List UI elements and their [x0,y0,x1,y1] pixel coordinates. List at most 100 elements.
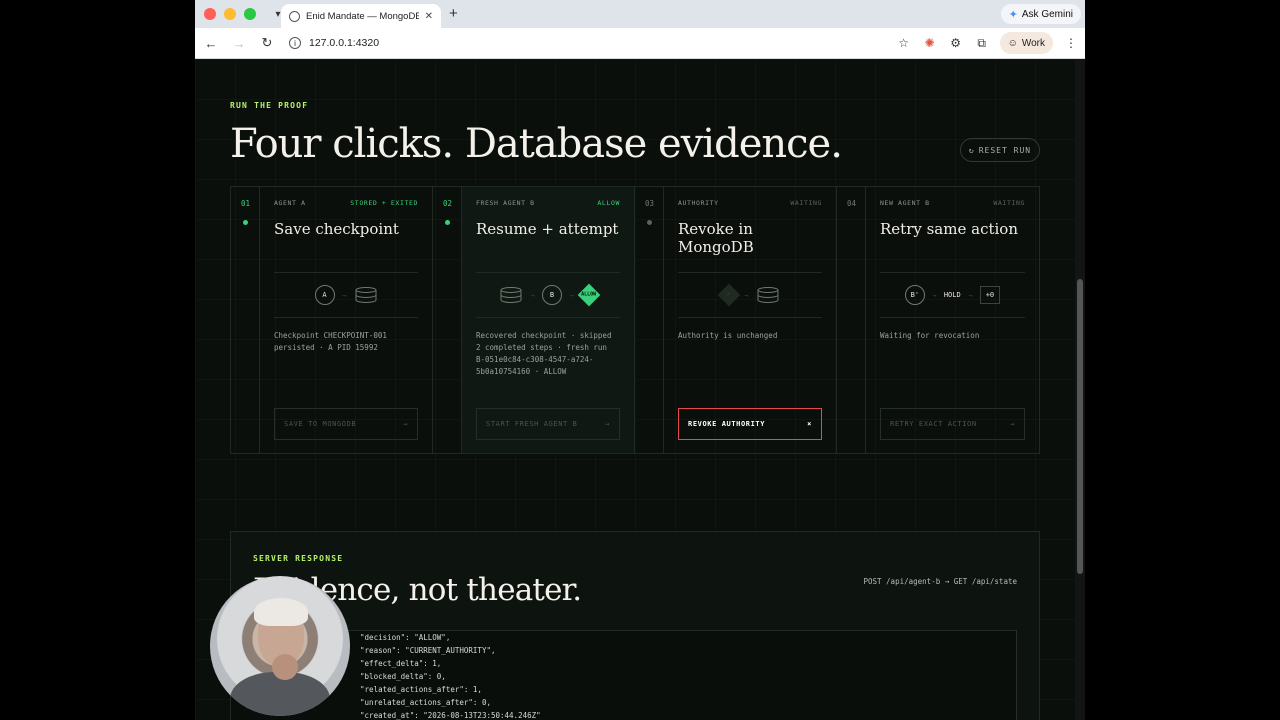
step-description: Recovered checkpoint · skipped 2 complet… [476,331,612,376]
step-description: Waiting for revocation [880,331,980,340]
step-meta: FRESH AGENT B ALLOW [476,199,620,207]
extension-burst-icon[interactable]: ✺ [922,35,938,51]
step-meta: AUTHORITY WAITING [678,199,822,207]
diamond-label: ALLOW [581,292,597,298]
arrow-right-icon: → [605,420,610,428]
step-visual: → B → ALLOW [476,272,620,318]
extensions-puzzle-icon[interactable]: ⧉ [974,35,990,51]
webcam-overlay [210,576,350,716]
arrow-icon: → [568,291,575,299]
response-eyebrow: SERVER RESPONSE [253,554,344,563]
diamond-label: ✓ [726,291,731,298]
minimize-window-button[interactable] [224,8,236,20]
step-status: STORED + EXITED [350,199,418,207]
arrow-icon: → [340,291,348,299]
action-label: START FRESH AGENT B [486,420,578,428]
step-body: FRESH AGENT B ALLOW Resume + attempt → B… [462,187,634,453]
step-title: Retry same action [880,220,1018,238]
step-title: Resume + attempt [476,220,619,238]
back-arrow-icon[interactable]: ← [199,31,223,55]
step-visual: B' → HOLD → +0 [880,272,1025,318]
step-rail: 04 [837,187,866,453]
step-retry-action: 04 NEW AGENT B WAITING Retry same action… [837,187,1039,453]
profile-work-button[interactable]: ☺ Work [999,32,1053,54]
maximize-window-button[interactable] [244,8,256,20]
proof-steps: 01 AGENT A STORED + EXITED Save checkpoi… [230,186,1040,454]
gemini-spark-icon: ✦ [1008,8,1018,21]
step-resume-attempt: 02 FRESH AGENT B ALLOW Resume + attempt … [433,187,635,453]
step-visual: ✓ → [678,272,822,318]
extension-openai-icon[interactable]: ⚙ [948,35,964,51]
globe-icon [289,10,300,22]
step-status-dot [445,220,450,225]
step-save-checkpoint: 01 AGENT A STORED + EXITED Save checkpoi… [231,187,433,453]
step-body: NEW AGENT B WAITING Retry same action B'… [866,187,1039,453]
ask-gemini-button[interactable]: ✦ Ask Gemini [1000,4,1081,24]
step-label: AGENT A [274,199,306,207]
site-info-icon[interactable]: i [289,37,301,49]
step-status-dot [647,220,652,225]
code-line: "created_at": "2026-08-13T23:50:44.246Z" [351,711,541,720]
action-label: RETRY EXACT ACTION [890,420,977,428]
step-label: AUTHORITY [678,199,719,207]
step-visual: A → [274,272,418,318]
reload-icon[interactable]: ↻ [255,31,279,55]
action-label: REVOKE AUTHORITY [688,420,766,428]
agent-b-node: B [542,285,562,305]
code-line: "blocked_delta": 0, [351,672,446,681]
tab-close-icon[interactable]: ✕ [425,11,433,22]
step-rail: 01 [231,187,260,453]
scrollbar-thumb[interactable] [1077,279,1083,574]
reset-run-button[interactable]: ↻ RESET RUN [960,138,1040,162]
arrow-icon: → [966,291,974,299]
step-label: NEW AGENT B [880,199,930,207]
agent-a-node: A [314,285,335,305]
database-icon [757,287,778,303]
toolbar-actions: ☆ ✺ ⚙ ⧉ ☺ Work ⋮ [896,32,1079,54]
more-menu-icon[interactable]: ⋮ [1063,35,1079,51]
forward-arrow-icon[interactable]: → [227,31,251,55]
window-controls [204,8,256,20]
profile-avatar-icon: ☺ [1007,37,1018,49]
proof-eyebrow: RUN THE PROOF [230,101,309,110]
revoke-authority-button[interactable]: REVOKE AUTHORITY × [678,408,822,440]
reset-run-label: RESET RUN [978,145,1032,155]
arrow-icon: → [930,291,938,299]
check-diamond-icon: ✓ [717,283,740,307]
step-number: 04 [846,199,857,208]
database-icon [500,287,522,303]
step-title: Revoke in MongoDB [678,220,754,256]
step-revoke-authority: 03 AUTHORITY WAITING Revoke in MongoDB ✓… [635,187,837,453]
arrow-icon: → [529,291,536,299]
tab-title: Enid Mandate — MongoDB a… [306,10,419,22]
tab-active[interactable]: Enid Mandate — MongoDB a… ✕ [281,4,441,28]
close-window-button[interactable] [204,8,216,20]
url-bar[interactable]: i 127.0.0.1:4320 [283,31,883,55]
proof-title: Four clicks. Database evidence. [230,121,843,167]
server-response-panel: SERVER RESPONSE Evidence, not theater. P… [230,531,1040,720]
save-to-mongodb-button[interactable]: SAVE TO MONGODB → [274,408,418,440]
tab-bar: ▾ Enid Mandate — MongoDB a… ✕ + ✦ Ask Ge… [195,0,1085,28]
arrow-icon: → [742,291,750,299]
step-body: AUTHORITY WAITING Revoke in MongoDB ✓ → … [664,187,836,453]
step-rail: 02 [433,187,462,453]
step-rail: 03 [635,187,664,453]
retry-exact-action-button[interactable]: RETRY EXACT ACTION → [880,408,1025,440]
code-line: "related_actions_after": 1, [351,685,482,694]
new-tab-plus-icon[interactable]: + [449,5,458,22]
step-description: Authority is unchanged [678,331,778,340]
step-title: Save checkpoint [274,220,399,238]
hold-label: HOLD [943,291,961,299]
arrow-right-icon: → [1010,420,1015,428]
step-status: WAITING [790,199,822,207]
profile-label: Work [1021,37,1045,49]
bookmark-star-icon[interactable]: ☆ [896,35,912,51]
step-label: FRESH AGENT B [476,199,535,207]
code-line: "unrelated_actions_after": 0, [351,698,491,707]
step-status-dot [243,220,248,225]
start-fresh-agent-b-button[interactable]: START FRESH AGENT B → [476,408,620,440]
page-scrollbar[interactable] [1075,59,1085,720]
step-meta: NEW AGENT B WAITING [880,199,1025,207]
code-line: "reason": "CURRENT_AUTHORITY", [351,646,496,655]
webcam-person-hand [272,654,298,680]
